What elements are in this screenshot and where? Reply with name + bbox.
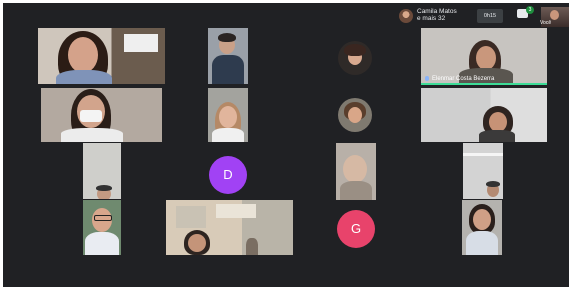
self-view-label: Você [540,20,552,26]
meeting-timer: 0h15 [477,9,503,23]
participant-tile[interactable] [463,143,503,199]
participant-avatar[interactable] [399,9,413,23]
participant-avatar-d[interactable]: D [209,156,247,194]
participant-tile[interactable]: Elenmar Costa Bezerra [421,28,547,84]
participant-tile[interactable] [208,88,248,142]
participant-tile[interactable] [421,88,547,142]
pinned-participant-name: Camila Matos [417,8,457,15]
participant-tile[interactable] [83,143,121,199]
participant-tile[interactable] [38,28,165,84]
meeting-window: Camila Matos e mais 32 0h15 3 Você Elenm… [3,3,569,287]
participant-tile[interactable] [83,200,121,255]
microphone-icon [425,75,429,81]
participant-tile[interactable] [166,200,293,255]
participant-tile[interactable] [336,143,376,200]
participant-avatar-g[interactable]: G [337,210,375,248]
participant-photo[interactable] [338,41,372,75]
avatar-letter: G [350,221,362,236]
more-participants-count: e mais 32 [417,15,446,22]
participant-tile[interactable] [462,200,502,255]
chat-badge: 3 [526,6,534,14]
active-speaker-indicator [421,83,547,85]
participant-tile[interactable] [41,88,162,142]
participant-photo[interactable] [338,98,372,132]
participants-summary[interactable]: Camila Matos e mais 32 [417,8,457,22]
avatar-letter: D [223,167,233,182]
active-speaker-name: Elenmar Costa Bezerra [425,75,494,82]
participant-tile[interactable] [208,28,248,84]
